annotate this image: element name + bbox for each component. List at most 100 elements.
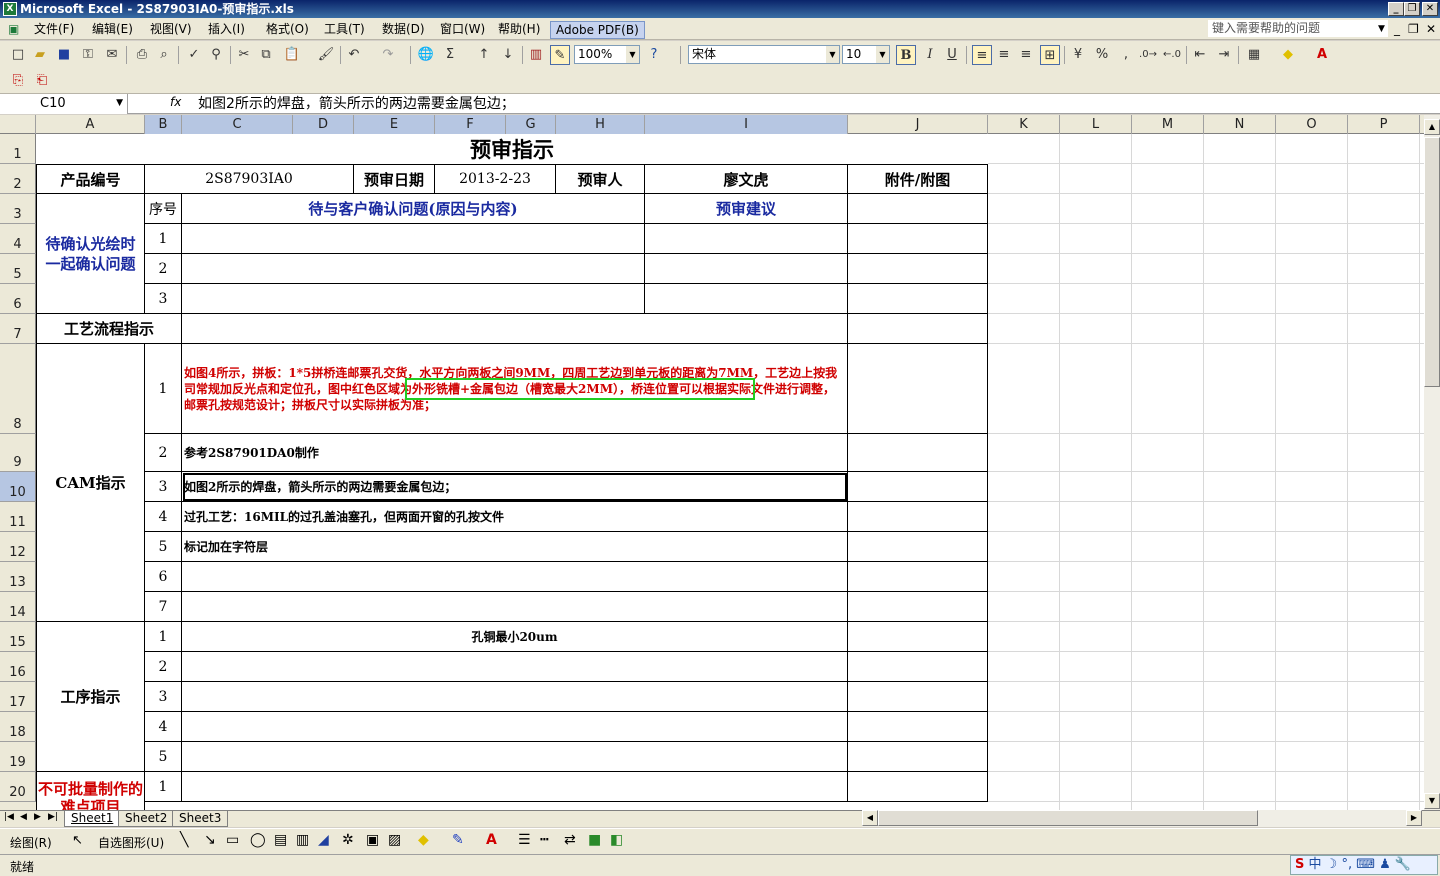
row-header[interactable]: 3	[0, 194, 36, 224]
bold-button[interactable]: B	[896, 45, 916, 65]
product-value-cell[interactable]: 2S87903IA0	[145, 164, 354, 194]
cell[interactable]	[848, 284, 988, 314]
picture-icon[interactable]: ▨	[388, 832, 401, 848]
clipart-icon[interactable]: ▣	[366, 832, 379, 848]
line-color-icon[interactable]: ✎	[452, 832, 464, 848]
fx-icon[interactable]: fx	[170, 95, 181, 109]
sheet-tab-sheet1[interactable]: Sheet1	[64, 811, 121, 827]
scroll-thumb[interactable]	[1424, 137, 1440, 387]
cell[interactable]	[848, 742, 988, 772]
seq-label-cell[interactable]: 序号	[145, 194, 182, 224]
row-header[interactable]: 9	[0, 434, 36, 472]
help-icon[interactable]: ?	[644, 45, 664, 65]
sheet-tab-sheet3[interactable]: Sheet3	[172, 811, 229, 827]
drawing-toggle-icon[interactable]: ✎	[550, 45, 570, 65]
column-header[interactable]: B	[145, 115, 182, 134]
hscroll-thumb[interactable]	[878, 810, 1258, 826]
select-objects-icon[interactable]: ↖	[72, 833, 83, 848]
italic-button[interactable]: I	[920, 45, 940, 65]
seq-cell[interactable]: 1	[145, 622, 182, 652]
column-header[interactable]: H	[556, 115, 645, 134]
row-header[interactable]: 16	[0, 652, 36, 682]
font-color-draw-icon[interactable]: A	[486, 832, 497, 848]
seq-cell[interactable]: 5	[145, 532, 182, 562]
menu-help[interactable]: 帮助(H)	[496, 21, 542, 37]
column-header[interactable]: G	[506, 115, 556, 134]
cell[interactable]	[848, 434, 988, 472]
ime-toolbar[interactable]: S 中 ☽ °, ⌨ ♟ 🔧	[1290, 855, 1438, 875]
scroll-up-arrow-icon[interactable]: ▲	[1424, 119, 1440, 135]
permission-icon[interactable]: ⚿	[78, 45, 98, 65]
seq-cell[interactable]: 2	[145, 434, 182, 472]
seq-cell[interactable]: 3	[145, 472, 182, 502]
column-header[interactable]: J	[848, 115, 988, 134]
cell[interactable]	[848, 532, 988, 562]
proc-label-cell[interactable]: 工序指示	[36, 622, 145, 772]
draw-menu[interactable]: 绘图(R)	[10, 834, 52, 851]
textbox-icon[interactable]: ▤	[274, 832, 287, 848]
menu-tools[interactable]: 工具(T)	[322, 21, 367, 37]
font-color-icon[interactable]: A	[1312, 45, 1332, 65]
line-icon[interactable]: ╲	[180, 832, 188, 848]
autosum-icon[interactable]: Σ	[440, 45, 460, 65]
first-sheet-icon[interactable]: |◀	[4, 812, 14, 822]
menu-file[interactable]: 文件(F)	[32, 21, 76, 37]
row-header[interactable]: 6	[0, 284, 36, 314]
cut-icon[interactable]: ✂	[234, 45, 254, 65]
cell[interactable]	[182, 652, 848, 682]
cell[interactable]	[848, 314, 988, 344]
menu-window[interactable]: 窗口(W)	[438, 21, 487, 37]
next-sheet-icon[interactable]: ▶	[34, 812, 41, 822]
3d-icon[interactable]: ◧	[610, 832, 623, 848]
doc-close-button[interactable]: ✕	[1424, 21, 1438, 37]
rectangle-icon[interactable]: ▭	[226, 832, 239, 848]
research-icon[interactable]: ⚲	[206, 45, 226, 65]
hyperlink-icon[interactable]: 🌐	[416, 45, 436, 65]
font-name-select[interactable]: 宋体 ▼	[688, 45, 840, 64]
increase-indent-icon[interactable]: ⇥	[1214, 45, 1234, 65]
save-icon[interactable]: ■	[54, 45, 74, 65]
fill-color-draw-icon[interactable]: ◆	[418, 832, 429, 848]
cell[interactable]	[848, 254, 988, 284]
advice-label-cell[interactable]: 预审建议	[645, 194, 848, 224]
wordart-icon[interactable]: ◢	[318, 832, 329, 848]
zoom-select[interactable]: 100% ▼	[574, 45, 640, 64]
cell[interactable]	[182, 742, 848, 772]
seq-cell[interactable]: 4	[145, 502, 182, 532]
formula-input[interactable]: 如图2所示的焊盘，箭头所示的两边需要金属包边；	[198, 94, 515, 114]
column-header[interactable]: C	[182, 115, 293, 134]
row-header[interactable]: 19	[0, 742, 36, 772]
cell[interactable]	[182, 224, 645, 254]
column-header[interactable]: O	[1276, 115, 1348, 134]
menu-data[interactable]: 数据(D)	[380, 21, 427, 37]
row-header[interactable]: 10	[0, 472, 36, 502]
sort-ascending-icon[interactable]: ↑	[474, 45, 494, 65]
cell[interactable]	[645, 254, 848, 284]
seq-cell[interactable]: 1	[145, 772, 182, 802]
sort-descending-icon[interactable]: ↓	[498, 45, 518, 65]
sheet-tab-sheet2[interactable]: Sheet2	[118, 811, 175, 827]
cell[interactable]	[182, 772, 848, 802]
row-header[interactable]: 17	[0, 682, 36, 712]
cell[interactable]	[848, 622, 988, 652]
merge-center-icon[interactable]: ⊞	[1040, 45, 1060, 65]
decrease-indent-icon[interactable]: ⇤	[1190, 45, 1210, 65]
cam-instruction-2[interactable]: 参考2S87901DA0制作	[182, 434, 848, 472]
cell[interactable]	[848, 772, 988, 802]
ime-mode[interactable]: 中	[1309, 857, 1322, 872]
cell[interactable]	[182, 284, 645, 314]
arrow-icon[interactable]: ↘	[204, 832, 216, 848]
row-header[interactable]: 2	[0, 164, 36, 194]
column-header[interactable]: A	[36, 115, 145, 134]
paste-icon[interactable]: 📋	[282, 45, 302, 65]
new-icon[interactable]: □	[8, 45, 28, 65]
seq-cell[interactable]: 3	[145, 284, 182, 314]
cell[interactable]	[848, 682, 988, 712]
open-icon[interactable]: ▰	[30, 45, 50, 65]
cell[interactable]	[848, 224, 988, 254]
undo-icon[interactable]: ↶	[344, 45, 364, 65]
doc-minimize-button[interactable]: _	[1392, 21, 1402, 37]
process-label-cell[interactable]: 工艺流程指示	[36, 314, 182, 344]
batch-label-cell[interactable]: 不可批量制作的难点项目	[36, 772, 145, 810]
seq-cell[interactable]: 2	[145, 652, 182, 682]
